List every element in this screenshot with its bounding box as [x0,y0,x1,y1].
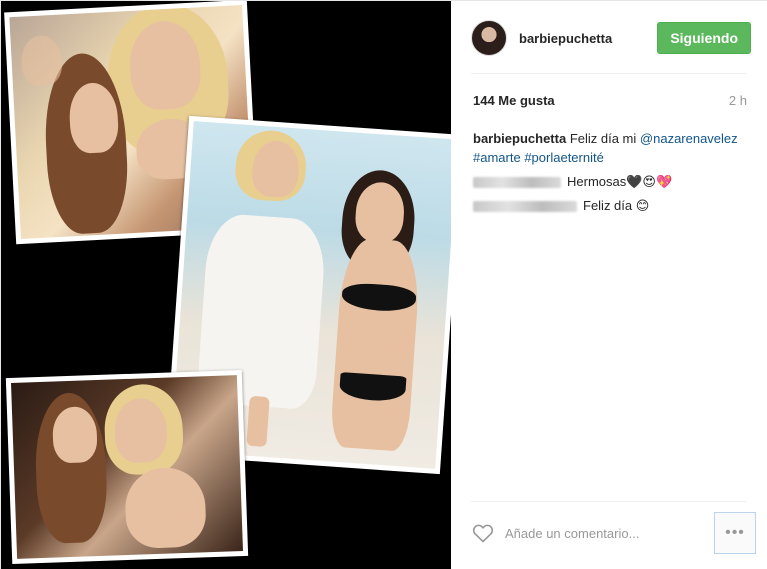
list-item: Hermosas🖤😍💖 [473,172,749,191]
header-divider [471,73,746,74]
caption-username[interactable]: barbiepuchetta [473,131,566,146]
comment-text: Feliz día 😊 [583,198,650,213]
comment-text: Hermosas🖤😍💖 [567,174,673,189]
post-header: barbiepuchetta Siguiendo [471,17,751,59]
collage-photo-night [5,369,249,565]
add-comment-input[interactable]: Añade un comentario... [505,526,714,541]
post-author-username[interactable]: barbiepuchetta [519,31,657,46]
caption-hashtag-amarte[interactable]: #amarte [473,150,521,165]
more-options-button[interactable]: ••• [714,512,756,554]
footer-divider [471,501,746,502]
post-timestamp[interactable]: 2 h [729,93,747,108]
comments-list: barbiepuchetta Feliz día mi @nazarenavel… [473,129,749,220]
avatar[interactable] [471,20,507,56]
list-item: Feliz día 😊 [473,196,749,215]
redacted-username [473,177,561,189]
caption-hashtag-porlaeternite[interactable]: #porlaeternité [524,150,604,165]
post-stats: 144 Me gusta 2 h [473,93,747,108]
redacted-username [473,201,577,213]
post-footer: Añade un comentario... ••• [471,512,756,554]
instagram-post-card: barbiepuchetta Siguiendo 144 Me gusta 2 … [0,0,767,569]
caption: barbiepuchetta Feliz día mi @nazarenavel… [473,129,749,167]
caption-mention[interactable]: @nazarenavelez [640,131,738,146]
post-sidebar: barbiepuchetta Siguiendo 144 Me gusta 2 … [451,1,767,569]
likes-count[interactable]: 144 Me gusta [473,93,555,108]
caption-text: Feliz día mi [569,131,637,146]
heart-outline-icon[interactable] [471,521,495,545]
post-media[interactable] [1,1,451,569]
following-button[interactable]: Siguiendo [657,22,751,54]
